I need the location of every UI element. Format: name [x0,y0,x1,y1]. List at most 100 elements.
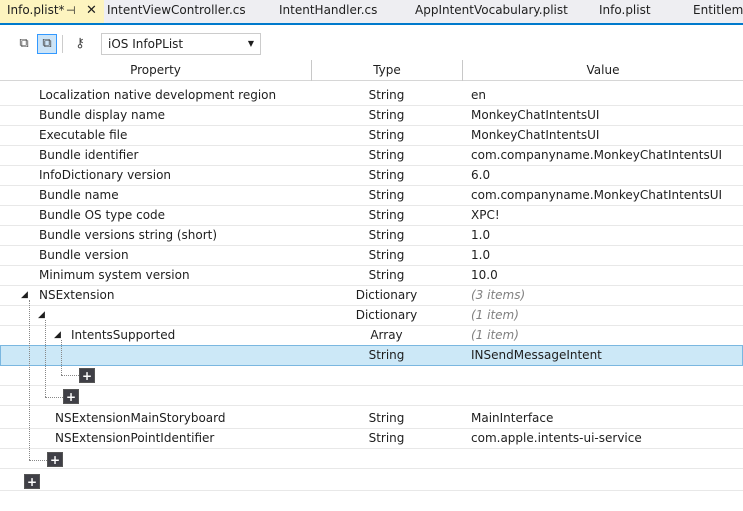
key-icon[interactable]: ⚷ [70,34,90,54]
table-row[interactable]: Executable file String MonkeyChatIntents… [0,126,743,146]
value-cell[interactable]: en [471,86,486,105]
value-cell[interactable]: XPC! [471,206,500,225]
tree-guide-line [61,340,62,375]
property-cell[interactable]: InfoDictionary version [39,166,171,185]
value-cell[interactable]: com.apple.intents-ui-service [471,429,642,448]
tab-entitlements[interactable]: Entitleme [693,0,743,23]
value-cell[interactable]: INSendMessageIntent [471,346,602,365]
type-cell[interactable]: String [311,106,462,125]
value-cell[interactable]: MonkeyChatIntentsUI [471,106,599,125]
type-cell[interactable]: String [311,409,462,428]
add-row: + [0,471,743,491]
column-header-value[interactable]: Value [463,60,743,81]
property-cell[interactable]: Bundle display name [39,106,165,125]
table-row[interactable]: NSExtensionMainStoryboard String MainInt… [0,409,743,429]
property-cell[interactable]: NSExtensionPointIdentifier [55,429,214,448]
pin-icon[interactable]: ⊣ [66,0,76,21]
value-cell[interactable]: 1.0 [471,226,490,245]
tab-label: Info.plist* [7,3,65,17]
value-cell[interactable]: 6.0 [471,166,490,185]
column-header-property[interactable]: Property [0,60,311,81]
type-cell[interactable]: String [311,86,462,105]
type-cell[interactable]: String [311,206,462,225]
value-cell[interactable]: (1 item) [471,326,519,345]
add-item-icon[interactable]: + [24,474,40,489]
table-row[interactable]: Bundle display name String MonkeyChatInt… [0,106,743,126]
add-row: + [0,449,743,469]
table-row-selected[interactable]: String INSendMessageIntent [0,345,743,366]
property-cell[interactable]: Executable file [39,126,127,145]
table-row[interactable]: NSExtensionPointIdentifier String com.ap… [0,429,743,449]
tab-intenthandler[interactable]: IntentHandler.cs [279,0,377,23]
tab-label: IntentHandler.cs [279,3,378,17]
type-cell[interactable]: String [311,226,462,245]
value-cell[interactable]: com.companyname.MonkeyChatIntentsUI [471,146,722,165]
add-item-icon[interactable]: + [47,452,63,467]
value-cell[interactable]: (1 item) [471,306,519,325]
plist-schema-dropdown[interactable]: iOS InfoPList ▼ [101,33,261,55]
property-cell[interactable]: Minimum system version [39,266,190,285]
tab-label: Info.plist [599,3,651,17]
table-row[interactable]: Localization native development region S… [0,86,743,106]
property-cell[interactable]: Bundle name [39,186,119,205]
property-cell[interactable]: Bundle identifier [39,146,138,165]
property-cell[interactable]: NSExtension [39,286,115,305]
close-icon[interactable]: ✕ [86,0,97,21]
value-cell[interactable]: 1.0 [471,246,490,265]
type-cell[interactable]: Array [311,326,462,345]
property-cell[interactable]: Bundle OS type code [39,206,165,225]
add-row: + [0,386,743,406]
type-cell[interactable]: String [311,126,462,145]
property-cell[interactable]: Bundle versions string (short) [39,226,217,245]
value-cell[interactable]: com.companyname.MonkeyChatIntentsUI [471,186,722,205]
column-header-type[interactable]: Type [312,60,462,81]
table-row[interactable]: Bundle name String com.companyname.Monke… [0,186,743,206]
expand-triangle-icon[interactable]: ◢ [21,286,28,305]
add-item-icon[interactable]: + [63,389,79,404]
chevron-down-icon: ▼ [247,39,254,48]
type-cell[interactable]: String [311,166,462,185]
tab-info-plist[interactable]: Info.plist [599,0,651,23]
table-row[interactable]: ◢ NSExtension Dictionary (3 items) [0,286,743,306]
value-cell[interactable]: MonkeyChatIntentsUI [471,126,599,145]
tree-guide-line [29,460,47,461]
expand-all-icon[interactable]: ⧉ [37,34,57,54]
add-item-icon[interactable]: + [79,368,95,383]
collapse-all-icon[interactable]: ⧉ [14,34,34,54]
table-row[interactable]: InfoDictionary version String 6.0 [0,166,743,186]
property-cell[interactable]: Localization native development region [39,86,276,105]
type-cell[interactable]: String [311,346,462,365]
table-row[interactable]: ◢ IntentsSupported Array (1 item) [0,326,743,346]
type-cell[interactable]: String [311,146,462,165]
table-row[interactable]: Minimum system version String 10.0 [0,266,743,286]
add-row: + [0,366,743,386]
property-cell[interactable]: Bundle version [39,246,129,265]
combo-value: iOS InfoPList [108,37,184,51]
value-cell[interactable]: (3 items) [471,286,525,305]
type-cell[interactable]: String [311,429,462,448]
table-row[interactable]: Bundle versions string (short) String 1.… [0,226,743,246]
table-row[interactable]: Bundle identifier String com.companyname… [0,146,743,166]
type-cell[interactable]: Dictionary [311,286,462,305]
tab-label: AppIntentVocabulary.plist [415,3,568,17]
table-row[interactable]: Bundle OS type code String XPC! [0,206,743,226]
type-cell[interactable]: String [311,266,462,285]
value-cell[interactable]: 10.0 [471,266,498,285]
type-cell[interactable]: Dictionary [311,306,462,325]
property-cell[interactable]: IntentsSupported [71,326,175,345]
type-cell[interactable]: String [311,186,462,205]
tab-appintentvocabulary[interactable]: AppIntentVocabulary.plist [415,0,568,23]
tab-label: Entitleme [693,3,743,17]
tab-info-plist-active[interactable]: Info.plist* ⊣ ✕ [0,0,104,23]
tree-guide-line [61,375,79,376]
toolbar-separator [62,35,63,53]
table-row[interactable]: Bundle version String 1.0 [0,246,743,266]
table-row[interactable]: ◢ Dictionary (1 item) [0,306,743,326]
document-tab-strip: Info.plist* ⊣ ✕ IntentViewController.cs … [0,0,743,25]
value-cell[interactable]: MainInterface [471,409,553,428]
expand-triangle-icon[interactable]: ◢ [54,326,61,345]
property-cell[interactable]: NSExtensionMainStoryboard [55,409,226,428]
type-cell[interactable]: String [311,246,462,265]
expand-triangle-icon[interactable]: ◢ [38,306,45,325]
tab-intentviewcontroller[interactable]: IntentViewController.cs [107,0,246,23]
